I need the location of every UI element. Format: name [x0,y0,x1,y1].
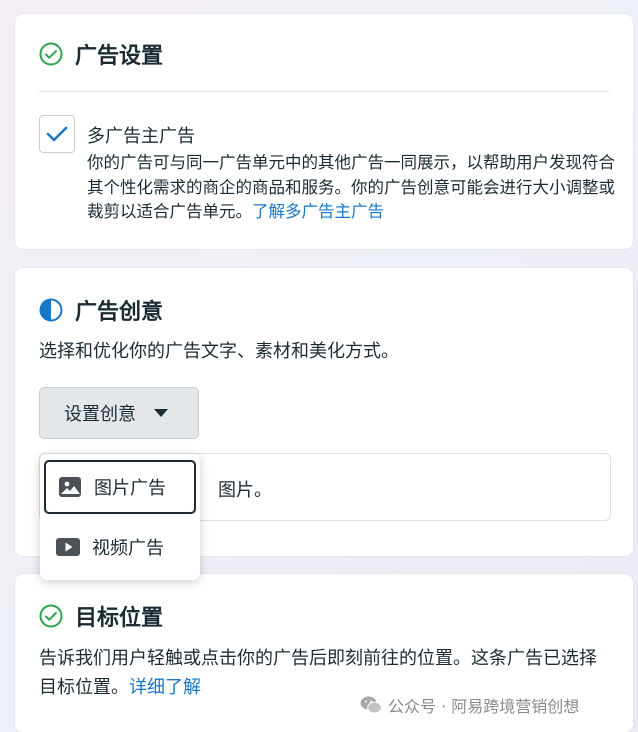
image-ad-label: 图片广告 [94,478,166,499]
caret-down-icon [154,409,168,417]
destination-title: 目标位置 [75,606,164,631]
multi-advertiser-checkbox[interactable] [39,115,75,153]
multi-advertiser-label: 多广告主广告 [87,126,195,147]
ad-settings-header: 广告设置 [39,38,163,70]
checkmark-icon [46,126,68,142]
ad-settings-card: 广告设置 多广告主广告 你的广告可与同一广告单元中的其他广告一同展示，以帮助用户… [15,14,633,249]
ad-creative-title: 广告创意 [75,300,164,325]
ad-creative-header: 广告创意 [39,294,163,326]
multi-advertiser-description: 你的广告可与同一广告单元中的其他广告一同展示，以帮助用户发现符合其个性化需求的商… [87,151,617,225]
setup-creative-label: 设置创意 [64,404,136,425]
destination-header: 目标位置 [39,600,163,632]
destination-desc-text: 告诉我们用户轻触或点击你的广告后即刻前往的位置。这条广告已选择目标位置。 [39,648,597,698]
menu-item-image-ad[interactable]: 图片广告 [44,460,196,514]
half-circle-icon [39,298,63,322]
video-icon [56,538,80,556]
watermark-text: 公众号 · 阿易跨境营销创想 [388,697,580,716]
learn-more-link[interactable]: 详细了解 [129,677,201,698]
setup-creative-button[interactable]: 设置创意 [39,387,199,439]
video-ad-label: 视频广告 [92,538,164,559]
ad-creative-description: 选择和优化你的广告文字、素材和美化方式。 [39,341,399,362]
watermark: 公众号 · 阿易跨境营销创想 [360,693,579,717]
check-circle-icon [39,42,63,66]
image-icon [59,477,81,497]
learn-multi-advertiser-link[interactable]: 了解多广告主广告 [252,202,384,221]
menu-item-video-ad[interactable]: 视频广告 [44,520,196,574]
wechat-icon [360,696,382,714]
ad-settings-title: 广告设置 [75,44,164,69]
divider [39,91,609,92]
creative-info-text: 图片。 [218,480,272,501]
creative-type-dropdown: 图片广告 视频广告 [40,454,200,580]
check-circle-icon [39,604,63,628]
